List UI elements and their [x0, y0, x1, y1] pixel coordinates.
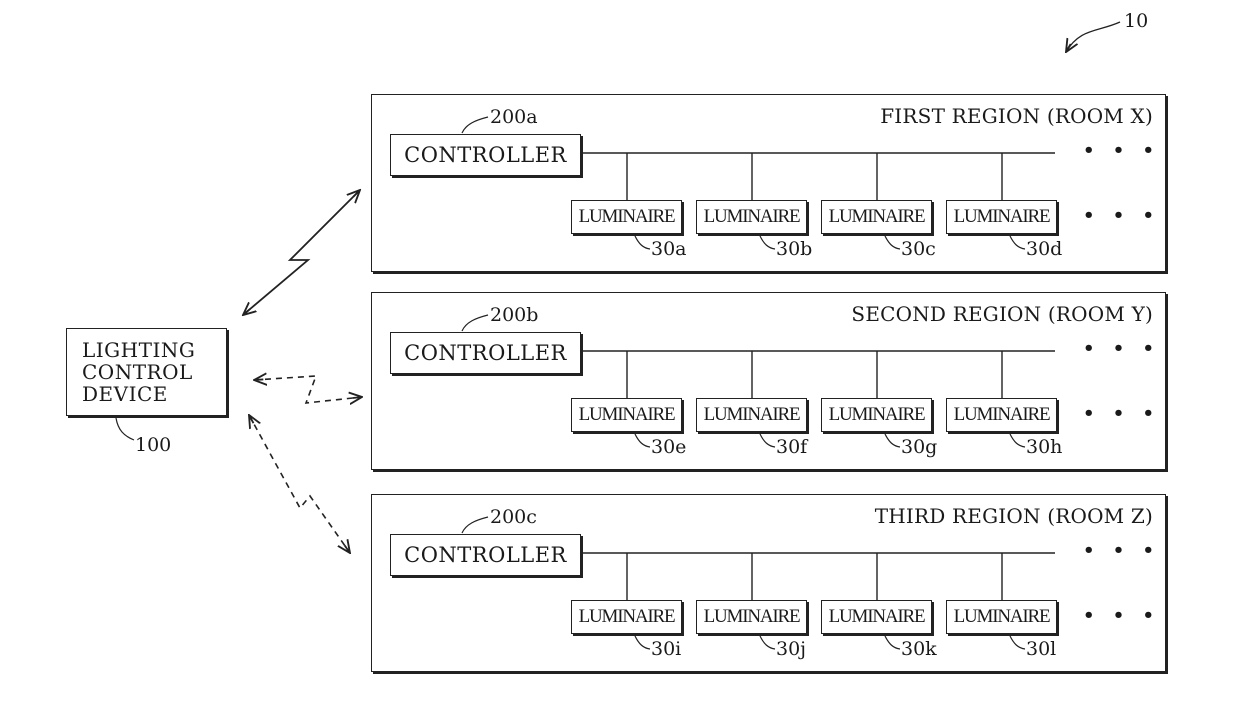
luminaire-reference-label: 30f	[776, 436, 808, 458]
luminaire-reference-label: 30c	[901, 238, 936, 260]
luminaire-label: LUMINAIRE	[953, 606, 1051, 627]
more-ellipsis-bus: • • •	[1083, 338, 1161, 359]
luminaire-label: LUMINAIRE	[578, 404, 676, 425]
luminaire-box: LUMINAIRE	[571, 200, 682, 234]
luminaire-reference-label: 30i	[651, 638, 682, 660]
controller-reference-label: 200a	[490, 106, 538, 128]
more-ellipsis-luminaires: • • •	[1083, 403, 1161, 424]
luminaire-box: LUMINAIRE	[696, 398, 807, 432]
luminaire-label: LUMINAIRE	[828, 404, 926, 425]
luminaire-label: LUMINAIRE	[953, 206, 1051, 227]
lcd-label-line-3: DEVICE	[82, 382, 168, 406]
luminaire-label: LUMINAIRE	[828, 606, 926, 627]
luminaire-box: LUMINAIRE	[571, 600, 682, 634]
luminaire-reference-label: 30a	[651, 238, 687, 260]
luminaire-reference-label: 30e	[651, 436, 687, 458]
wireless-link-region-1	[243, 190, 360, 315]
luminaire-label: LUMINAIRE	[578, 606, 676, 627]
lighting-control-device-box: LIGHTING CONTROL DEVICE	[66, 328, 227, 416]
lcd-label-line-2: CONTROL	[82, 360, 193, 384]
more-ellipsis-luminaires: • • •	[1083, 605, 1161, 626]
luminaire-label: LUMINAIRE	[578, 206, 676, 227]
luminaire-label: LUMINAIRE	[703, 404, 801, 425]
luminaire-reference-label: 30h	[1026, 436, 1063, 458]
lcd-reference-leader	[115, 417, 135, 441]
luminaire-label: LUMINAIRE	[953, 404, 1051, 425]
lcd-label-line-1: LIGHTING	[82, 338, 196, 362]
luminaire-box: LUMINAIRE	[821, 600, 932, 634]
luminaire-reference-label: 30l	[1026, 638, 1057, 660]
figure-reference-leader	[1066, 21, 1121, 52]
luminaire-box: LUMINAIRE	[821, 200, 932, 234]
luminaire-box: LUMINAIRE	[571, 398, 682, 432]
luminaire-box: LUMINAIRE	[946, 600, 1057, 634]
luminaire-box: LUMINAIRE	[696, 200, 807, 234]
controller-reference-label: 200b	[490, 304, 539, 326]
more-ellipsis-luminaires: • • •	[1083, 205, 1161, 226]
luminaire-reference-label: 30d	[1026, 238, 1063, 260]
controller-box: CONTROLLER	[390, 332, 581, 374]
controller-reference-label: 200c	[490, 506, 537, 528]
luminaire-box: LUMINAIRE	[821, 398, 932, 432]
region-title: SECOND REGION (ROOM Y)	[851, 302, 1153, 326]
lcd-reference-label: 100	[135, 434, 172, 456]
luminaire-box: LUMINAIRE	[946, 398, 1057, 432]
luminaire-reference-label: 30b	[776, 238, 813, 260]
luminaire-label: LUMINAIRE	[703, 206, 801, 227]
controller-box: CONTROLLER	[390, 134, 581, 176]
region-title: THIRD REGION (ROOM Z)	[874, 504, 1153, 528]
figure-reference-label: 10	[1124, 10, 1149, 32]
luminaire-label: LUMINAIRE	[703, 606, 801, 627]
luminaire-box: LUMINAIRE	[946, 200, 1057, 234]
wireless-link-region-3	[249, 415, 350, 553]
wireless-link-region-2	[254, 376, 362, 403]
more-ellipsis-bus: • • •	[1083, 540, 1161, 561]
luminaire-reference-label: 30j	[776, 638, 807, 660]
luminaire-box: LUMINAIRE	[696, 600, 807, 634]
controller-box: CONTROLLER	[390, 534, 581, 576]
luminaire-label: LUMINAIRE	[828, 206, 926, 227]
luminaire-reference-label: 30g	[901, 436, 938, 458]
luminaire-reference-label: 30k	[901, 638, 937, 660]
more-ellipsis-bus: • • •	[1083, 140, 1161, 161]
region-title: FIRST REGION (ROOM X)	[880, 104, 1153, 128]
